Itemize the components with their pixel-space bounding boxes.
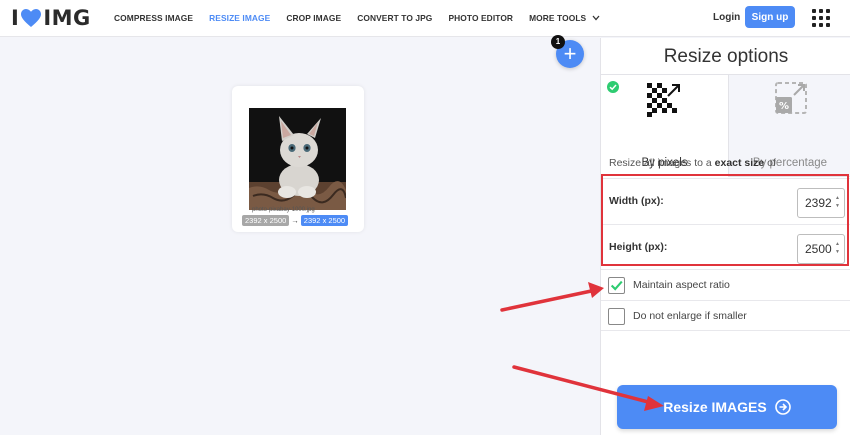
- main-nav: COMPRESS IMAGE RESIZE IMAGE CROP IMAGE C…: [114, 13, 600, 23]
- resize-description: Resize all images to a exact size of: [609, 157, 776, 169]
- file-name: photo-pixabay-1000.jpg: [252, 207, 315, 213]
- no-enlarge-label: Do not enlarge if smaller: [633, 310, 747, 322]
- pixels-icon: [647, 83, 680, 117]
- kitten-thumbnail: [249, 108, 346, 210]
- svg-text:%: %: [779, 101, 789, 112]
- chevron-down-icon: [592, 15, 600, 21]
- nav-more-tools-label: MORE TOOLS: [529, 13, 587, 23]
- top-navigation-bar: I IMG COMPRESS IMAGE RESIZE IMAGE CROP I…: [0, 0, 850, 37]
- description-bold: exact size: [714, 157, 765, 169]
- logo-img: IMG: [43, 6, 91, 30]
- highlight-box: [601, 174, 849, 266]
- nav-resize-image[interactable]: RESIZE IMAGE: [209, 13, 270, 23]
- nav-compress-image[interactable]: COMPRESS IMAGE: [114, 13, 193, 23]
- description-suffix: of: [764, 157, 776, 169]
- arrow-circle-right-icon: [774, 399, 791, 415]
- nav-crop-image[interactable]: CROP IMAGE: [286, 13, 341, 23]
- logo-i: I: [11, 6, 20, 30]
- no-enlarge-checkbox[interactable]: [608, 308, 625, 325]
- nav-photo-editor[interactable]: PHOTO EDITOR: [448, 13, 513, 23]
- original-size-badge: 2392 x 2500: [242, 215, 290, 226]
- panel-title: Resize options: [663, 46, 789, 67]
- no-enlarge-option[interactable]: Do not enlarge if smaller: [601, 300, 850, 331]
- image-workspace: photo-pixabay-1000.jpg 2392 x 2500 → 239…: [0, 38, 600, 435]
- resize-images-button[interactable]: Resize IMAGES: [617, 385, 837, 429]
- size-comparison: 2392 x 2500 → 2392 x 2500: [242, 215, 349, 226]
- signup-button[interactable]: Sign up: [745, 6, 795, 28]
- maintain-aspect-option[interactable]: Maintain aspect ratio: [601, 269, 850, 300]
- nav-convert-to-jpg[interactable]: CONVERT TO JPG: [357, 13, 432, 23]
- description-prefix: Resize all images to a: [609, 157, 715, 169]
- selected-check-icon: [607, 81, 619, 93]
- maintain-aspect-label: Maintain aspect ratio: [633, 279, 730, 291]
- nav-more-tools[interactable]: MORE TOOLS: [529, 13, 600, 23]
- login-link[interactable]: Login: [713, 12, 740, 23]
- heart-icon: [21, 8, 42, 28]
- file-count-badge: 1: [551, 35, 565, 49]
- arrow-right-icon: →: [291, 216, 299, 225]
- percentage-icon: %: [775, 82, 807, 114]
- image-card[interactable]: photo-pixabay-1000.jpg 2392 x 2500 → 239…: [232, 86, 364, 232]
- apps-grid-icon[interactable]: [812, 9, 830, 27]
- ilovimg-logo[interactable]: I IMG: [11, 6, 91, 30]
- checkmark-icon: [610, 280, 623, 291]
- maintain-aspect-checkbox[interactable]: [608, 277, 625, 294]
- resize-images-label: Resize IMAGES: [663, 399, 767, 415]
- new-size-badge: 2392 x 2500: [300, 215, 349, 226]
